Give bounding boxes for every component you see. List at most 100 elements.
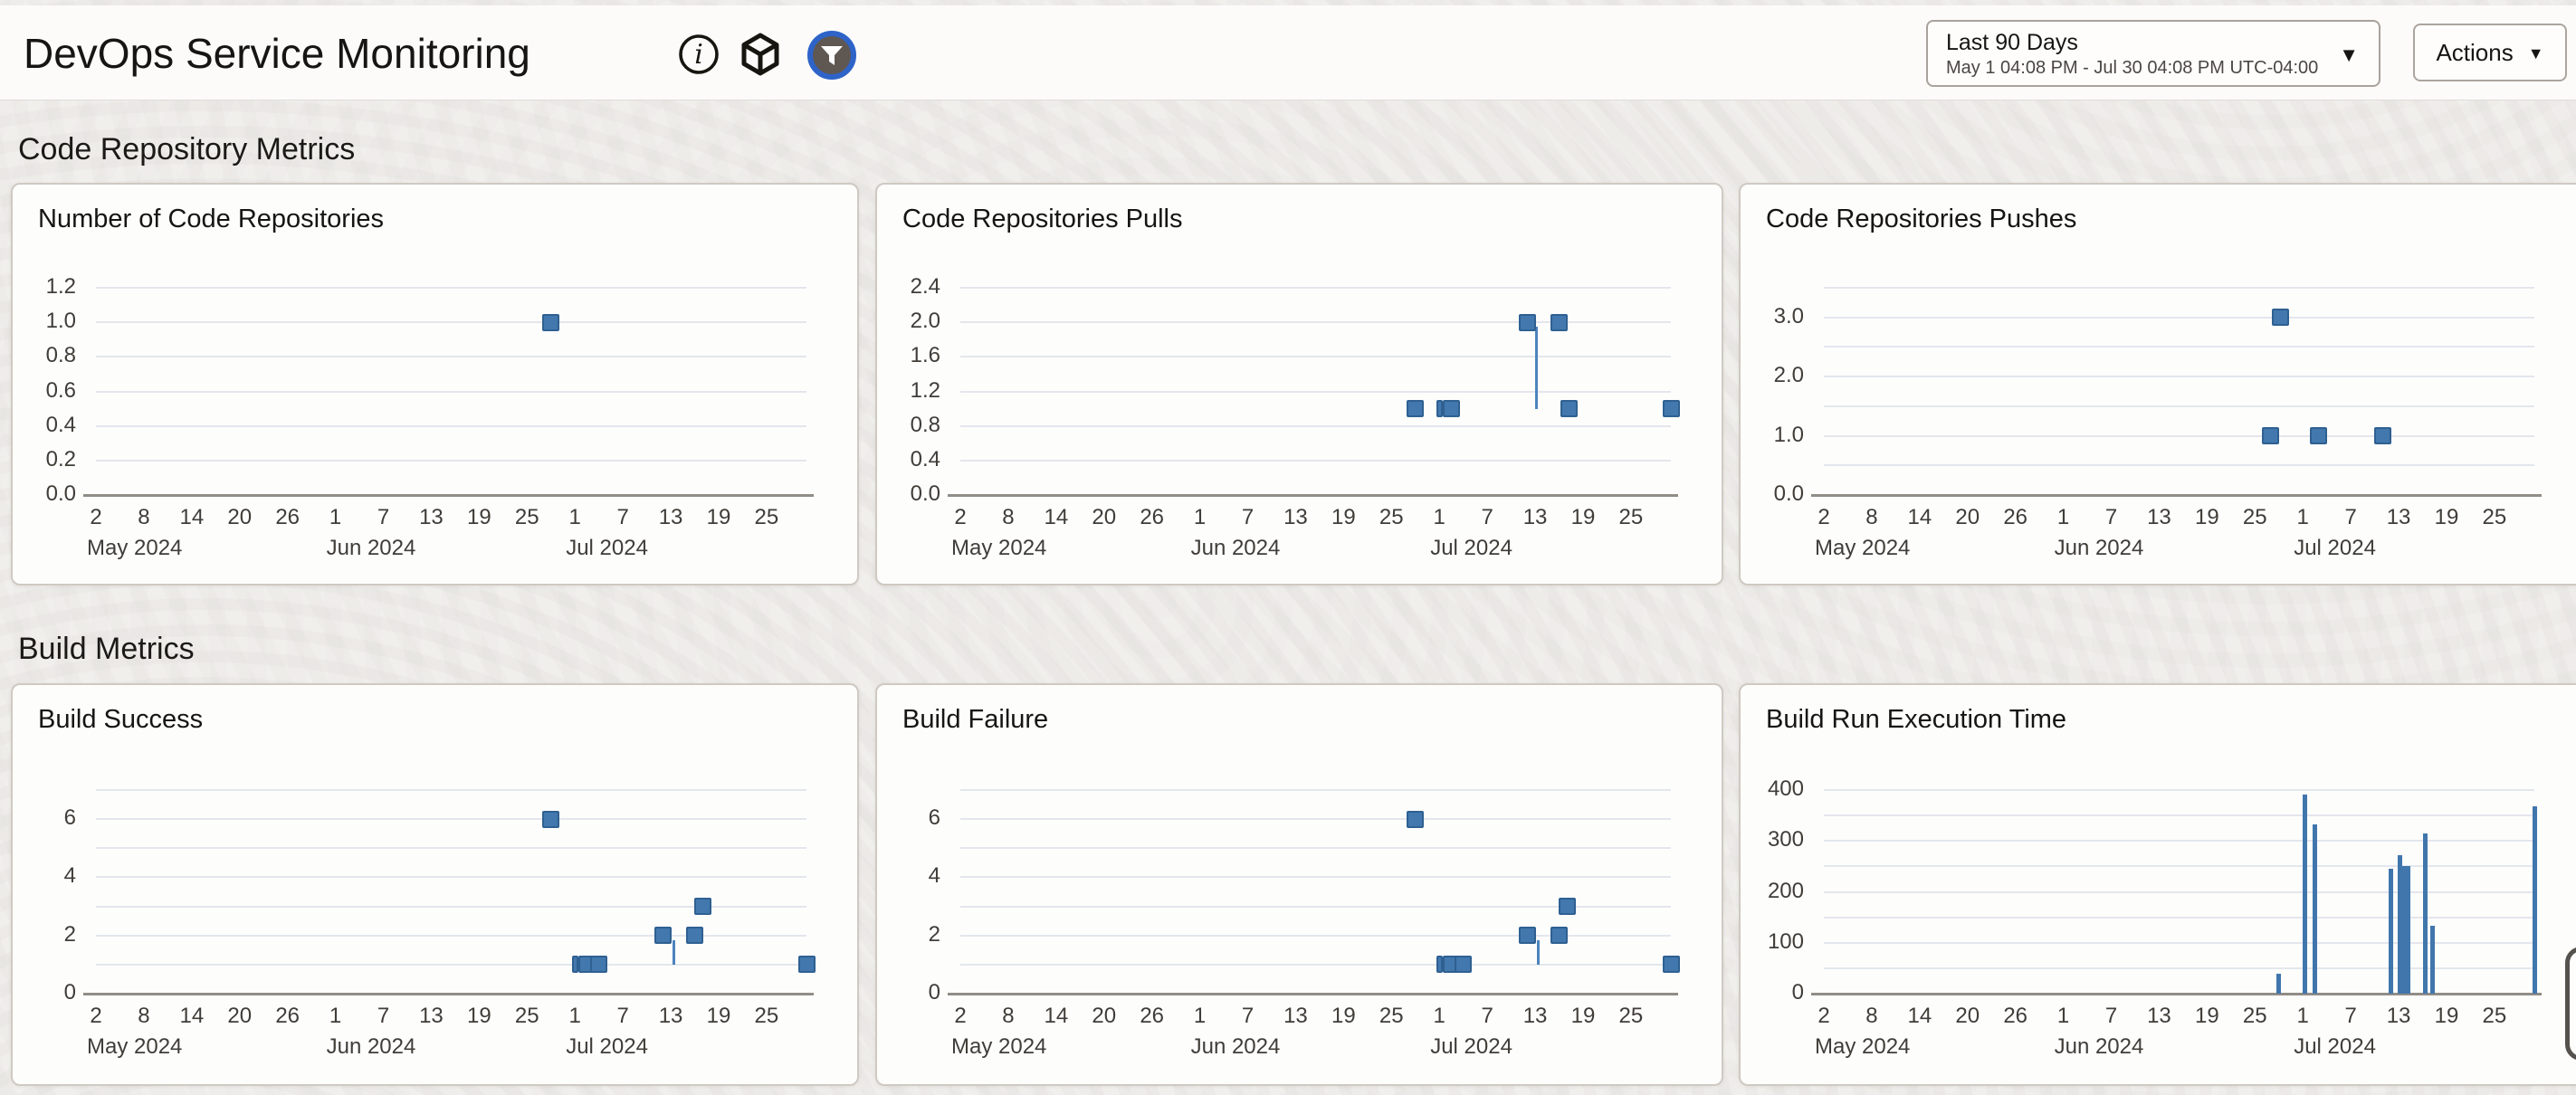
data-bar[interactable] xyxy=(2313,824,2317,994)
x-tick-label: 25 xyxy=(1364,1004,1418,1029)
y-grid-line xyxy=(960,818,1671,820)
x-tick-label: 1 xyxy=(2275,505,2330,530)
data-bar[interactable] xyxy=(2303,795,2307,995)
x-tick-label: 13 xyxy=(1508,1004,1562,1029)
data-point-marker[interactable] xyxy=(542,314,559,331)
actions-button[interactable]: Actions ▼ xyxy=(2413,24,2567,81)
data-point-marker[interactable] xyxy=(2374,427,2391,444)
month-label: Jul 2024 xyxy=(1430,536,1512,561)
x-tick-label: 25 xyxy=(739,1004,794,1029)
x-tick-label: 1 xyxy=(1412,505,1466,530)
y-tick-label: 0 xyxy=(13,980,76,1005)
chevron-down-icon: ▼ xyxy=(2339,43,2359,67)
data-point-marker[interactable] xyxy=(1663,956,1680,973)
x-tick-label: 25 xyxy=(1604,1004,1658,1029)
chart-card-build-run-execution-time: Build Run Execution Time 010020030040028… xyxy=(1739,683,2576,1086)
x-tick-label: 7 xyxy=(2085,1004,2139,1029)
data-point-marker[interactable] xyxy=(542,811,559,828)
month-label: May 2024 xyxy=(87,536,182,561)
data-point-marker[interactable] xyxy=(1550,314,1568,331)
chart-card-code-repositories-pushes: Code Repositories Pushes 0.01.02.03.0281… xyxy=(1739,183,2576,586)
cube-icon[interactable] xyxy=(739,33,782,76)
data-point-marker[interactable] xyxy=(1663,400,1680,417)
month-label: Jul 2024 xyxy=(566,1034,648,1060)
x-tick-label: 7 xyxy=(1221,505,1275,530)
info-icon[interactable]: i xyxy=(677,33,720,76)
x-tick-label: 26 xyxy=(1125,1004,1179,1029)
x-tick-label: 19 xyxy=(452,1004,506,1029)
data-point-marker[interactable] xyxy=(572,956,578,973)
data-point-marker[interactable] xyxy=(694,898,711,915)
data-point-marker[interactable] xyxy=(1550,927,1568,944)
y-tick-label: 1.2 xyxy=(13,274,76,300)
x-axis-line xyxy=(83,494,814,497)
data-point-marker[interactable] xyxy=(1455,956,1472,973)
y-tick-label: 1.0 xyxy=(13,309,76,334)
y-tick-label: 1.0 xyxy=(1741,423,1804,448)
data-bar[interactable] xyxy=(2389,869,2393,994)
data-point-marker[interactable] xyxy=(654,927,672,944)
section-title-build-metrics: Build Metrics xyxy=(18,632,195,667)
x-tick-label: 25 xyxy=(1364,505,1418,530)
data-point-marker[interactable] xyxy=(1436,400,1443,417)
chevron-down-icon: ▼ xyxy=(2528,43,2544,63)
data-point-marker[interactable] xyxy=(590,956,607,973)
data-point-marker[interactable] xyxy=(1519,314,1536,331)
data-bar[interactable] xyxy=(2402,866,2410,994)
data-point-marker[interactable] xyxy=(2310,427,2327,444)
floating-panel-partial[interactable] xyxy=(2565,947,2576,1061)
data-point-marker[interactable] xyxy=(1560,400,1578,417)
month-label: Jun 2024 xyxy=(1191,1034,1281,1060)
y-grid-line xyxy=(960,460,1671,462)
data-bar[interactable] xyxy=(2430,926,2435,994)
month-label: Jun 2024 xyxy=(1191,536,1281,561)
data-point-marker[interactable] xyxy=(2272,309,2289,326)
x-tick-label: 13 xyxy=(2132,505,2186,530)
connector-line xyxy=(1535,327,1538,409)
chart-card-build-failure: Build Failure 02462814202617131925171319… xyxy=(875,683,1723,1086)
chart-card-code-repositories-pulls: Code Repositories Pulls 0.00.40.81.21.62… xyxy=(875,183,1723,586)
chart-plot: 0246281420261713192517131925May 2024Jun … xyxy=(877,685,1722,1084)
x-tick-label: 1 xyxy=(309,1004,363,1029)
data-point-marker[interactable] xyxy=(1407,811,1424,828)
x-tick-label: 14 xyxy=(1893,505,1947,530)
x-tick-label: 2 xyxy=(69,505,123,530)
y-grid-line xyxy=(960,789,1671,791)
x-tick-label: 19 xyxy=(1556,1004,1610,1029)
x-tick-label: 19 xyxy=(692,505,746,530)
y-grid-line xyxy=(960,391,1671,393)
month-label: Jun 2024 xyxy=(2055,1034,2144,1060)
data-point-marker[interactable] xyxy=(1407,400,1424,417)
x-tick-label: 2 xyxy=(933,1004,987,1029)
x-tick-label: 1 xyxy=(548,505,602,530)
y-grid-line xyxy=(96,460,806,462)
data-bar[interactable] xyxy=(2533,806,2537,994)
data-point-marker[interactable] xyxy=(1519,927,1536,944)
x-tick-label: 7 xyxy=(357,1004,411,1029)
chart-card-number-of-code-repositories: Number of Code Repositories 0.00.20.40.6… xyxy=(11,183,859,586)
filter-icon[interactable] xyxy=(807,31,856,80)
y-grid-line xyxy=(1824,967,2534,969)
data-point-marker[interactable] xyxy=(686,927,703,944)
y-tick-label: 2.4 xyxy=(877,274,940,300)
x-tick-label: 14 xyxy=(1893,1004,1947,1029)
data-point-marker[interactable] xyxy=(1436,956,1443,973)
month-label: Jul 2024 xyxy=(566,536,648,561)
data-point-marker[interactable] xyxy=(1443,400,1460,417)
x-tick-label: 19 xyxy=(1316,1004,1370,1029)
data-bar[interactable] xyxy=(2276,974,2281,995)
y-grid-line xyxy=(960,876,1671,878)
chart-plot: 0100200300400281420261713192517131925May… xyxy=(1741,685,2576,1084)
month-label: Jun 2024 xyxy=(2055,536,2144,561)
x-tick-label: 7 xyxy=(1460,505,1514,530)
data-point-marker[interactable] xyxy=(2262,427,2279,444)
y-tick-label: 0.4 xyxy=(877,447,940,472)
x-tick-label: 8 xyxy=(981,505,1035,530)
data-point-marker[interactable] xyxy=(1559,898,1576,915)
x-tick-label: 25 xyxy=(500,1004,554,1029)
y-tick-label: 0.2 xyxy=(13,447,76,472)
time-range-dropdown[interactable]: Last 90 Days May 1 04:08 PM - Jul 30 04:… xyxy=(1926,20,2380,87)
data-bar[interactable] xyxy=(2423,833,2428,994)
svg-text:i: i xyxy=(694,39,703,71)
data-point-marker[interactable] xyxy=(798,956,816,973)
